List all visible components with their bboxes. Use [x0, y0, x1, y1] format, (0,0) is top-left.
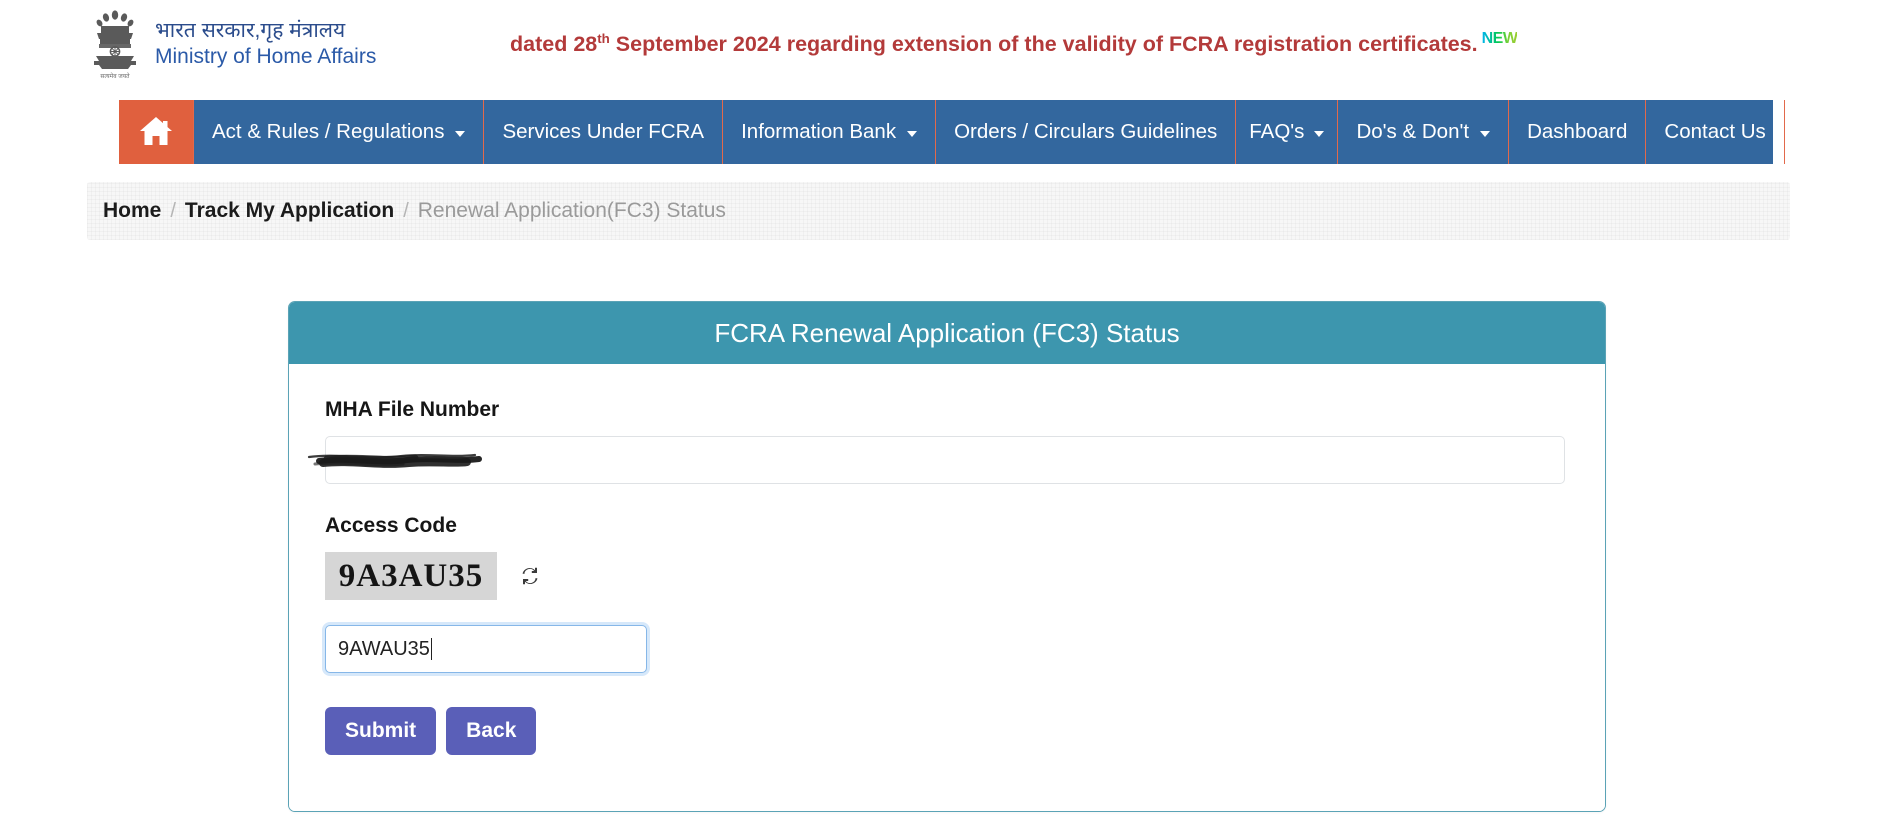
nav-item-label: Services Under FCRA	[502, 120, 705, 143]
gov-name-english: Ministry of Home Affairs	[155, 45, 377, 68]
captcha-row: 9A3AU35	[325, 552, 1569, 600]
nav-item-information-bank[interactable]: Information Bank	[723, 100, 937, 164]
nav-item-services-under-fcra[interactable]: Services Under FCRA	[484, 100, 724, 164]
text-cursor	[430, 638, 433, 660]
nav-item-label: FAQ's	[1249, 120, 1305, 143]
breadcrumb-item-current: Renewal Application(FC3) Status	[417, 199, 726, 222]
gov-name-hindi: भारत सरकार,गृह मंत्रालय	[155, 18, 346, 42]
chevron-down-icon	[455, 131, 466, 137]
captcha-image: 9A3AU35	[325, 552, 497, 600]
nav-item-label: Do's & Don't	[1356, 120, 1470, 143]
svg-text:सत्यमेव जयते: सत्यमेव जयते	[100, 72, 130, 80]
nav-item-act-rules-regulations[interactable]: Act & Rules / Regulations	[193, 100, 485, 164]
chevron-down-icon	[1314, 131, 1325, 137]
refresh-captcha-button[interactable]	[517, 563, 543, 589]
announcement-marquee: dated 28th September 2024 regarding exte…	[430, 22, 1560, 66]
page-root: सत्यमेव जयते भारत सरकार,गृह मंत्रालय Min…	[0, 0, 1882, 838]
mha-file-number-input[interactable]	[325, 436, 1565, 484]
access-code-input-value: 9AWAU35	[338, 637, 430, 660]
nav-home-button[interactable]	[119, 100, 193, 164]
form-actions: Submit Back	[325, 707, 1569, 755]
breadcrumb-item-track-my-application[interactable]: Track My Application	[185, 199, 394, 223]
nav-item-dos-and-donts[interactable]: Do's & Don't	[1338, 100, 1510, 164]
home-icon	[140, 117, 172, 145]
announcement-text-before: dated 28	[510, 32, 598, 57]
announcement-text: dated 28th September 2024 regarding exte…	[510, 30, 1518, 57]
nav-item-contact-us[interactable]: Contact Us	[1646, 100, 1785, 164]
new-badge: NEW	[1481, 30, 1518, 48]
breadcrumb: Home / Track My Application / Renewal Ap…	[87, 182, 1790, 240]
access-code-input[interactable]: 9AWAU35	[325, 625, 647, 673]
breadcrumb-separator: /	[403, 199, 409, 222]
nav-item-label: Contact Us	[1664, 120, 1766, 143]
india-national-emblem-icon: सत्यमेव जयते	[87, 6, 143, 82]
breadcrumb-separator: /	[170, 199, 176, 222]
government-name-block: भारत सरकार,गृह मंत्रालय Ministry of Home…	[155, 18, 376, 71]
nav-item-orders-circulars-guidelines[interactable]: Orders / Circulars Guidelines	[936, 100, 1237, 164]
access-code-label: Access Code	[325, 514, 457, 537]
mha-file-number-field-wrap	[307, 436, 1565, 484]
refresh-icon	[522, 567, 538, 585]
mha-file-number-label: MHA File Number	[325, 398, 500, 421]
back-button[interactable]: Back	[446, 707, 537, 755]
main-navigation: Act & Rules / Regulations Services Under…	[119, 100, 1785, 164]
chevron-down-icon	[1480, 131, 1491, 137]
card-body: MHA File Number Access Code 9A3AU35 9AWA…	[289, 364, 1605, 811]
card-title: FCRA Renewal Application (FC3) Status	[289, 302, 1605, 364]
announcement-ordinal-suffix: th	[597, 31, 610, 47]
nav-item-list: Act & Rules / Regulations Services Under…	[193, 100, 1785, 164]
nav-item-dashboard[interactable]: Dashboard	[1509, 100, 1647, 164]
nav-item-label: Information Bank	[741, 120, 897, 143]
government-branding: सत्यमेव जयते भारत सरकार,गृह मंत्रालय Min…	[87, 6, 376, 82]
chevron-down-icon	[907, 131, 918, 137]
site-header: सत्यमेव जयते भारत सरकार,गृह मंत्रालय Min…	[0, 0, 1882, 88]
breadcrumb-item-home[interactable]: Home	[103, 199, 161, 223]
nav-item-faqs[interactable]: FAQ's	[1236, 100, 1339, 164]
announcement-text-after: September 2024 regarding extension of th…	[609, 32, 1478, 57]
field-spacer	[325, 484, 1569, 514]
nav-item-label: Act & Rules / Regulations	[212, 120, 445, 143]
nav-item-label: Orders / Circulars Guidelines	[954, 120, 1218, 143]
nav-item-label: Dashboard	[1527, 120, 1628, 143]
status-form-card: FCRA Renewal Application (FC3) Status MH…	[288, 301, 1606, 812]
submit-button[interactable]: Submit	[325, 707, 437, 755]
